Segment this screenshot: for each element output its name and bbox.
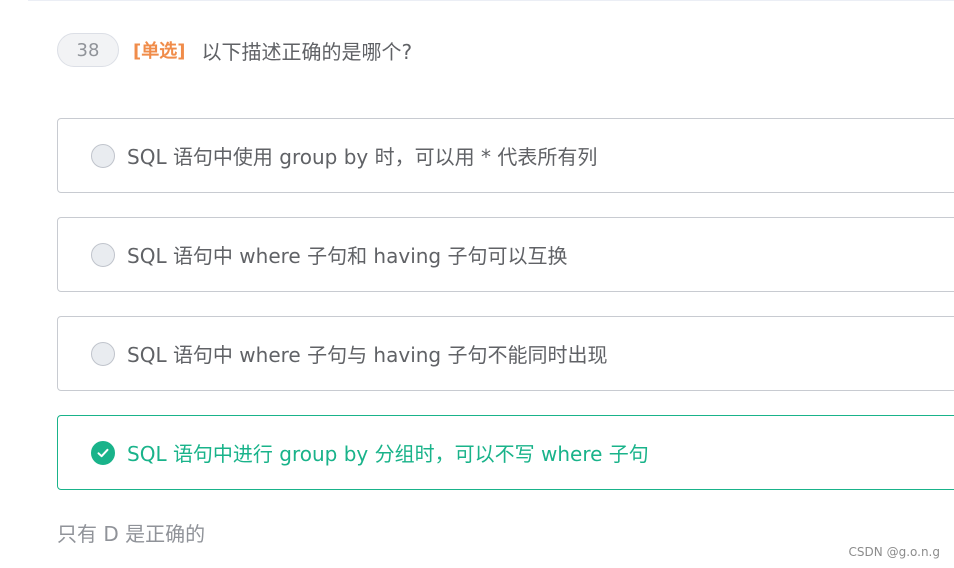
option-a-text: SQL 语句中使用 group by 时，可以用 * 代表所有列 — [127, 145, 598, 169]
option-b-text: SQL 语句中 where 子句和 having 子句可以互换 — [127, 244, 568, 268]
checkmark-icon — [97, 448, 109, 457]
question-header: 38 [单选] 以下描述正确的是哪个? — [57, 33, 412, 67]
option-b[interactable]: SQL 语句中 where 子句和 having 子句可以互换 — [57, 217, 954, 292]
option-c-text: SQL 语句中 where 子句与 having 子句不能同时出现 — [127, 343, 608, 367]
radio-empty-icon[interactable] — [91, 143, 115, 168]
check-circle-icon[interactable] — [91, 440, 115, 465]
question-type-label: [单选] — [133, 41, 186, 62]
answer-explanation: 只有 D 是正确的 — [57, 522, 206, 546]
option-a[interactable]: SQL 语句中使用 group by 时，可以用 * 代表所有列 — [57, 118, 954, 193]
option-d[interactable]: SQL 语句中进行 group by 分组时，可以不写 where 子句 — [57, 415, 954, 490]
radio-empty-icon[interactable] — [91, 341, 115, 366]
question-text: 以下描述正确的是哪个? — [201, 39, 413, 64]
option-c[interactable]: SQL 语句中 where 子句与 having 子句不能同时出现 — [57, 316, 954, 391]
top-divider — [28, 0, 954, 1]
question-number-badge: 38 — [57, 33, 119, 67]
option-d-text: SQL 语句中进行 group by 分组时，可以不写 where 子句 — [127, 442, 649, 466]
radio-empty-icon[interactable] — [91, 242, 115, 267]
watermark: CSDN @g.o.n.g — [848, 545, 940, 559]
